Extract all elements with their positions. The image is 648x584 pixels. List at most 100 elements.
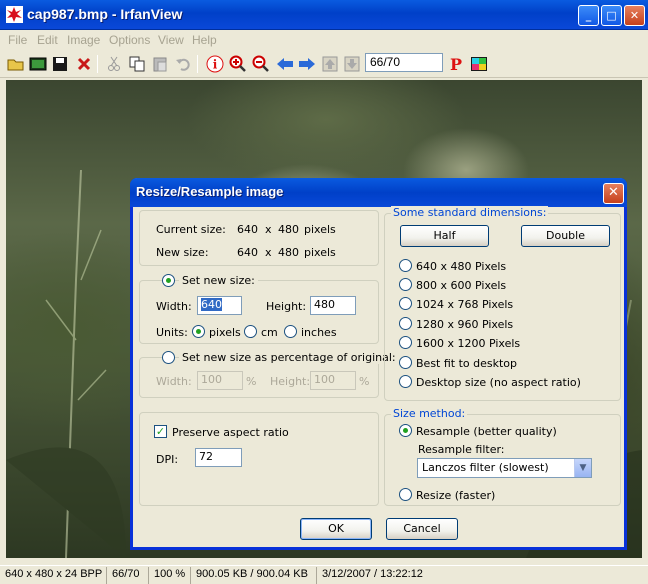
dialog-title-bar: Resize/Resample image ✕ bbox=[130, 178, 627, 207]
set-new-size-radio[interactable] bbox=[162, 274, 175, 287]
best-fit-radio[interactable] bbox=[399, 356, 412, 369]
std-640-label: 640 x 480 Pixels bbox=[416, 260, 507, 273]
delete-icon[interactable] bbox=[74, 54, 94, 74]
new-size-x: x bbox=[265, 246, 272, 259]
standard-dimensions-label: Some standard dimensions: bbox=[391, 206, 549, 219]
dialog-close-button[interactable]: ✕ bbox=[603, 183, 624, 204]
dpi-input[interactable]: 72 bbox=[195, 448, 242, 467]
current-size-x: x bbox=[265, 223, 272, 236]
height-input[interactable]: 480 bbox=[310, 296, 356, 315]
status-filesize: 900.05 KB / 900.04 KB bbox=[190, 567, 313, 584]
last-image-icon[interactable] bbox=[342, 54, 362, 74]
preserve-aspect-checkbox[interactable]: ✓ bbox=[154, 425, 167, 438]
menu-view[interactable]: View bbox=[158, 33, 184, 47]
close-window-button[interactable]: ✕ bbox=[624, 5, 645, 26]
status-date: 3/12/2007 / 13:22:12 bbox=[316, 567, 428, 584]
std-1280-label: 1280 x 960 Pixels bbox=[416, 318, 514, 331]
unit-pixels-label: pixels bbox=[209, 326, 241, 339]
maximize-button[interactable]: □ bbox=[601, 5, 622, 26]
pct-height-unit: % bbox=[359, 375, 370, 388]
resample-label: Resample (better quality) bbox=[416, 425, 557, 438]
paint-p-icon[interactable]: P bbox=[446, 54, 466, 74]
pct-width-input[interactable]: 100 bbox=[197, 371, 243, 390]
open-folder-icon[interactable] bbox=[6, 54, 26, 74]
new-size-unit: pixels bbox=[304, 246, 336, 259]
units-label: Units: bbox=[156, 326, 188, 339]
new-size-width: 640 bbox=[237, 246, 258, 259]
paste-icon[interactable] bbox=[150, 54, 170, 74]
window-title: cap987.bmp - IrfanView bbox=[27, 6, 183, 22]
cancel-button[interactable]: Cancel bbox=[386, 518, 458, 540]
dpi-label: DPI: bbox=[156, 453, 179, 466]
unit-pixels-radio[interactable] bbox=[192, 325, 205, 338]
zoom-in-icon[interactable] bbox=[228, 54, 248, 74]
double-button[interactable]: Double bbox=[521, 225, 610, 247]
svg-text:i: i bbox=[213, 58, 218, 72]
width-input[interactable]: 640 bbox=[197, 296, 242, 315]
size-method-label: Size method: bbox=[391, 407, 468, 420]
save-icon[interactable] bbox=[50, 54, 70, 74]
std-1024-radio[interactable] bbox=[399, 297, 412, 310]
resample-radio[interactable] bbox=[399, 424, 412, 437]
info-icon[interactable]: i bbox=[205, 54, 225, 74]
minimize-button[interactable]: _ bbox=[578, 5, 599, 26]
pct-height-input[interactable]: 100 bbox=[310, 371, 356, 390]
undo-icon[interactable] bbox=[173, 54, 193, 74]
toolbar: i P bbox=[0, 50, 648, 78]
menu-options[interactable]: Options bbox=[109, 33, 150, 47]
current-size-width: 640 bbox=[237, 223, 258, 236]
size-info-group: Current size: 640 x 480 pixels New size:… bbox=[139, 210, 379, 266]
unit-cm-radio[interactable] bbox=[244, 325, 257, 338]
menu-edit[interactable]: Edit bbox=[37, 33, 58, 47]
percentage-radio[interactable] bbox=[162, 351, 175, 364]
std-800-label: 800 x 600 Pixels bbox=[416, 279, 507, 292]
menu-help[interactable]: Help bbox=[192, 33, 217, 47]
desktop-size-radio[interactable] bbox=[399, 375, 412, 388]
ok-button[interactable]: OK bbox=[300, 518, 372, 540]
resize-dialog: Resize/Resample image ✕ Current size: 64… bbox=[130, 178, 627, 550]
menu-bar: File Edit Image Options View Help bbox=[0, 30, 648, 50]
page-number-field[interactable]: 66/70 bbox=[365, 53, 443, 72]
irfanview-icon bbox=[6, 6, 23, 23]
cut-icon[interactable] bbox=[104, 54, 124, 74]
preserve-aspect-label: Preserve aspect ratio bbox=[172, 426, 289, 439]
resample-filter-select[interactable]: Lanczos filter (slowest) ▼ bbox=[417, 458, 592, 478]
new-size-label: New size: bbox=[156, 246, 209, 259]
menu-file[interactable]: File bbox=[8, 33, 27, 47]
size-method-group: Size method: Resample (better quality) R… bbox=[384, 407, 621, 506]
std-1600-label: 1600 x 1200 Pixels bbox=[416, 337, 521, 350]
std-1600-radio[interactable] bbox=[399, 336, 412, 349]
resize-label: Resize (faster) bbox=[416, 489, 496, 502]
unit-inches-radio[interactable] bbox=[284, 325, 297, 338]
set-new-size-label: Set new size: bbox=[179, 274, 258, 287]
svg-text:P: P bbox=[450, 55, 462, 73]
first-image-icon[interactable] bbox=[320, 54, 340, 74]
std-640-radio[interactable] bbox=[399, 259, 412, 272]
pct-height-label: Height: bbox=[270, 375, 311, 388]
pct-width-unit: % bbox=[246, 375, 257, 388]
status-index: 66/70 bbox=[106, 567, 145, 584]
copy-icon[interactable] bbox=[127, 54, 147, 74]
menu-image[interactable]: Image bbox=[67, 33, 100, 47]
width-label: Width: bbox=[156, 300, 192, 313]
next-arrow-icon[interactable] bbox=[297, 54, 317, 74]
chevron-down-icon: ▼ bbox=[574, 459, 591, 477]
unit-cm-label: cm bbox=[261, 326, 278, 339]
set-new-size-group: Set new size: Width: 640 Height: 480 Uni… bbox=[139, 274, 379, 344]
status-dimensions: 640 x 480 x 24 BPP bbox=[5, 568, 103, 580]
std-800-radio[interactable] bbox=[399, 278, 412, 291]
zoom-out-icon[interactable] bbox=[251, 54, 271, 74]
slideshow-icon[interactable] bbox=[28, 54, 48, 74]
std-1280-radio[interactable] bbox=[399, 317, 412, 330]
color-palette-icon[interactable] bbox=[469, 54, 489, 74]
current-size-label: Current size: bbox=[156, 223, 226, 236]
previous-arrow-icon[interactable] bbox=[275, 54, 295, 74]
height-label: Height: bbox=[266, 300, 307, 313]
dialog-title: Resize/Resample image bbox=[136, 184, 284, 199]
resize-radio[interactable] bbox=[399, 488, 412, 501]
desktop-size-label: Desktop size (no aspect ratio) bbox=[416, 376, 581, 389]
percentage-label: Set new size as percentage of original: bbox=[179, 351, 399, 364]
current-size-unit: pixels bbox=[304, 223, 336, 236]
half-button[interactable]: Half bbox=[400, 225, 489, 247]
new-size-height: 480 bbox=[278, 246, 299, 259]
